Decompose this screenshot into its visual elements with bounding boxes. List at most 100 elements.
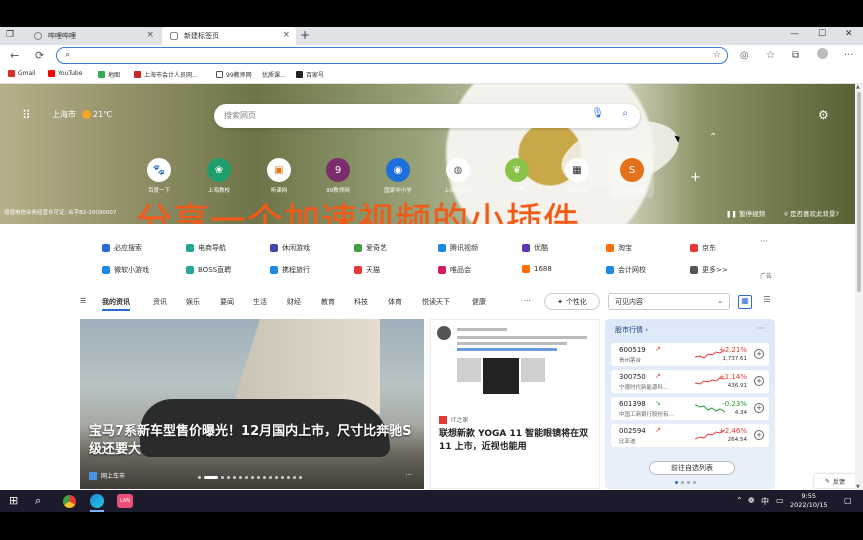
link-accounting-school[interactable]: 会计网校	[606, 265, 646, 275]
page-scrollbar[interactable]: ▲ ▼	[855, 84, 863, 490]
stock-row[interactable]: 600519 ↗ 贵州茅台 +2.21% 1,737.61 +	[611, 343, 769, 366]
gear-icon[interactable]: ⚙	[818, 108, 829, 122]
link-ms-games[interactable]: 微软小游戏	[102, 265, 149, 275]
web-search-box[interactable]: 搜索网页 🎙 ⌕	[214, 104, 640, 128]
feed-more-icon[interactable]: ···	[524, 297, 531, 305]
feed-tab-life[interactable]: 生活	[253, 297, 267, 307]
feed-tab-health[interactable]: 健康	[472, 297, 486, 307]
add-stock-icon[interactable]: +	[754, 376, 764, 386]
go-watchlist-button[interactable]: 前往自选列表	[649, 461, 735, 475]
stock-row[interactable]: 300750 ↗ 宁德时代新能源科... +1.14% 436.91 +	[611, 370, 769, 393]
story-headline[interactable]: 联想新款 YOGA 11 智能眼镜将在双 11 上市，近视也能用	[439, 428, 595, 454]
bookmark-lessons[interactable]: 优质课...	[262, 70, 286, 79]
link-tmall[interactable]: 天猫	[354, 265, 380, 275]
tab-new-tab[interactable]: 新建标签页 ×	[162, 27, 296, 45]
reload-button[interactable]: ⟳	[35, 49, 44, 62]
link-jd[interactable]: 京东	[690, 243, 716, 253]
chevron-up-icon[interactable]: ⌃	[709, 132, 717, 143]
edge-browser-icon[interactable]	[90, 494, 104, 508]
link-tencent-video[interactable]: 腾讯视频	[438, 243, 478, 253]
feed-tab-sports[interactable]: 体育	[388, 297, 402, 307]
bookmark-accounting[interactable]: 上海市会计人员网...	[134, 70, 198, 79]
link-youku[interactable]: 优酷	[522, 243, 548, 253]
add-stock-icon[interactable]: +	[754, 349, 764, 359]
feed-tab-headlines[interactable]: 要闻	[220, 297, 234, 307]
tab-bilibili[interactable]: 哔哩哔哩 ×	[26, 27, 160, 45]
bookmark-gmail[interactable]: Gmail	[8, 70, 36, 77]
market-title[interactable]: 股市行情 ›	[615, 325, 648, 335]
grid-view-icon[interactable]: ▦	[738, 295, 752, 309]
maximize-button[interactable]: ☐	[818, 29, 826, 39]
app-launcher-icon[interactable]: ⠿	[22, 108, 31, 122]
feed-tab-education[interactable]: 教育	[321, 297, 335, 307]
bookmark-youtube[interactable]: YouTube	[48, 70, 82, 77]
new-tab-button[interactable]: +	[300, 28, 310, 42]
pause-video-button[interactable]: ❚❚ 暂停视频	[726, 208, 765, 218]
story-more-icon[interactable]: ···	[405, 471, 412, 479]
quick-link-smartedu[interactable]: ◉ 国家中小学	[381, 158, 415, 194]
search-icon[interactable]: ⌕	[622, 108, 628, 119]
add-shortcut-button[interactable]: +	[690, 170, 701, 185]
scroll-up-icon[interactable]: ▲	[856, 84, 860, 90]
link-1688[interactable]: 1688	[522, 265, 552, 273]
menu-more-icon[interactable]: ···	[844, 50, 854, 61]
quick-link-https[interactable]: ❦ https	[500, 158, 534, 192]
stock-row[interactable]: 002594 ↗ 比亚迪 +2.46% 264.54 +	[611, 424, 769, 447]
feed-tab-tech[interactable]: 科技	[354, 297, 368, 307]
scrollbar-thumb[interactable]	[857, 92, 861, 292]
bookmark-maps[interactable]: 地图	[98, 70, 120, 79]
tab-close-icon[interactable]: ×	[146, 30, 154, 40]
tray-app-icon[interactable]: ❁	[748, 496, 755, 505]
visible-content-select[interactable]: 可见内容 ⌄	[608, 293, 730, 310]
address-bar[interactable]: ⌕ ☆	[56, 47, 728, 64]
back-button[interactable]: ←	[10, 49, 19, 62]
feed-tab-mine[interactable]: 我的资讯	[102, 297, 130, 311]
quick-link-netdisk[interactable]: ▦ 百度网盘	[560, 158, 594, 194]
tab-close-icon[interactable]: ×	[282, 30, 290, 40]
system-clock[interactable]: 9:55 2022/10/15	[790, 492, 827, 510]
link-more[interactable]: 更多>>	[690, 265, 728, 275]
show-hidden-icons-icon[interactable]: ⌃	[736, 496, 743, 505]
feed-tab-news[interactable]: 资讯	[153, 297, 167, 307]
microphone-icon[interactable]: 🎙	[591, 108, 604, 119]
favorites-icon[interactable]: ☆	[766, 50, 775, 61]
quick-link-tingke[interactable]: ▣ 听课网	[262, 158, 296, 194]
link-taobao[interactable]: 淘宝	[606, 243, 632, 253]
bookmark-99teacher[interactable]: 99教师网	[216, 70, 252, 79]
link-vip[interactable]: 唯品会	[438, 265, 471, 275]
feed-tab-entertainment[interactable]: 娱乐	[186, 297, 200, 307]
personalize-button[interactable]: ✦ 个性化	[544, 293, 600, 310]
feed-tab-reading[interactable]: 悦读天下	[422, 297, 450, 307]
minimize-button[interactable]: —	[790, 29, 799, 39]
hamburger-icon[interactable]: ☰	[80, 297, 86, 305]
link-boss[interactable]: BOSS直聘	[186, 265, 231, 275]
network-icon[interactable]: ▭	[776, 496, 784, 505]
stock-row[interactable]: 601398 ↘ 中国工商银行股份有... -0.23% 4.34 +	[611, 397, 769, 420]
feedback-button[interactable]: ✎ 反馈	[814, 474, 856, 488]
feed-tab-finance[interactable]: 财经	[287, 297, 301, 307]
link-ecommerce[interactable]: 电商导航	[186, 243, 226, 253]
like-background-button[interactable]: ⌾ 是否喜欢此背景?	[784, 208, 839, 219]
search-icon[interactable]: ⌕	[35, 494, 41, 508]
lan-app-icon[interactable]: LAN	[117, 494, 133, 508]
list-view-icon[interactable]: ☰	[760, 295, 774, 309]
weather-widget[interactable]: 上海市 21℃	[52, 109, 112, 120]
tab-actions-icon[interactable]: ❐	[6, 30, 14, 40]
quick-link-shjx[interactable]: ❀ 上海教校	[202, 158, 236, 194]
collections-icon[interactable]: ⧉	[792, 50, 799, 61]
link-games[interactable]: 休闲游戏	[270, 243, 310, 253]
featured-story-card[interactable]: 宝马7系新车型售价曝光！12月国内上市，尺寸比奔驰S级还要大 网上车市 ···	[80, 319, 424, 489]
windows-start-icon[interactable]: ⊞	[9, 494, 18, 507]
add-stock-icon[interactable]: +	[754, 430, 764, 440]
quick-link-portal[interactable]: S 12门户网	[610, 154, 654, 198]
bookmark-baijiahao[interactable]: 百家号	[296, 70, 324, 79]
profile-avatar-icon[interactable]	[817, 48, 828, 59]
edge-extension-icon[interactable]: ◎	[740, 50, 749, 61]
chrome-icon[interactable]	[63, 495, 76, 508]
news-card-lenovo[interactable]: IT之家 联想新款 YOGA 11 智能眼镜将在双 11 上市，近视也能用	[430, 319, 600, 489]
close-window-button[interactable]: ✕	[845, 29, 853, 39]
favorite-star-icon[interactable]: ☆	[713, 50, 721, 60]
link-ctrip[interactable]: 携程旅行	[270, 265, 310, 275]
market-more-icon[interactable]: ···	[757, 324, 765, 333]
links-more-icon[interactable]: ···	[760, 237, 768, 246]
